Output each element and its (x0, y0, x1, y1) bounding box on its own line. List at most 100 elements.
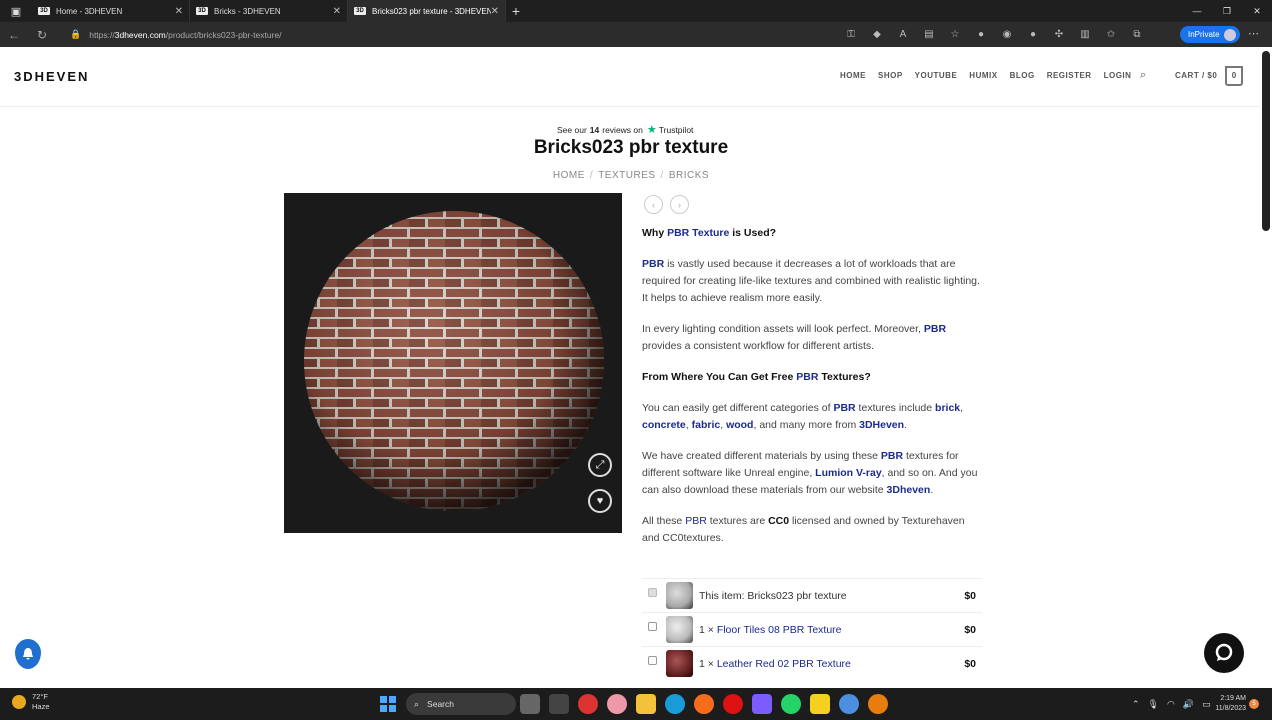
extension-icon[interactable]: ● (968, 29, 994, 40)
wifi-icon[interactable]: ◠ (1167, 699, 1175, 710)
3dheven-link[interactable]: 3DHeven (859, 419, 904, 431)
bundle-thumbnail (666, 582, 693, 609)
app-icon[interactable] (549, 694, 569, 714)
brick-link[interactable]: brick (935, 402, 960, 414)
favorites-icon[interactable]: ✩ (1098, 29, 1124, 40)
wood-link[interactable]: wood (726, 419, 753, 431)
close-icon[interactable]: ✕ (333, 6, 341, 17)
lumion-vray-link[interactable]: Lumion V-ray (815, 467, 882, 479)
tag-icon[interactable]: ◆ (864, 29, 890, 40)
new-tab-button[interactable]: + (506, 3, 526, 19)
cart-link[interactable]: CART / $0 (1175, 71, 1217, 80)
read-aloud-icon[interactable]: A (890, 29, 916, 40)
chevron-up-icon[interactable]: ⌃ (1132, 699, 1140, 710)
app-icon[interactable] (752, 694, 772, 714)
notification-bell-icon[interactable] (15, 639, 41, 669)
cart-count-badge[interactable]: 0 (1225, 66, 1243, 86)
clock[interactable]: 2:19 AM 11/8/2023 (1208, 694, 1246, 714)
bundle-checkbox[interactable] (648, 656, 657, 665)
favorite-star-icon[interactable]: ☆ (942, 29, 968, 40)
pbr-link[interactable]: PBR (685, 515, 707, 527)
nav-register[interactable]: REGISTER (1047, 71, 1092, 80)
notification-count-badge[interactable]: 5 (1249, 699, 1259, 709)
chrome-icon[interactable] (578, 694, 598, 714)
taskbar-search[interactable]: ⌕ Search (406, 693, 516, 715)
bundle-item: 1 × Leather Red 02 PBR Texture $0 (642, 646, 982, 680)
wishlist-heart-icon[interactable]: ♥ (588, 489, 612, 513)
sticky-notes-icon[interactable] (810, 694, 830, 714)
firefox-icon[interactable] (694, 694, 714, 714)
pbr-link[interactable]: PBR (642, 258, 664, 270)
collections-icon[interactable]: ⧉ (1124, 29, 1150, 40)
split-screen-icon[interactable]: ▥ (1072, 29, 1098, 40)
weather-widget[interactable]: 72°F Haze (12, 692, 50, 712)
app-icon[interactable] (607, 694, 627, 714)
close-icon[interactable]: ✕ (175, 6, 183, 17)
window-menu-icon[interactable]: ▣ (0, 0, 32, 22)
edge-icon[interactable] (665, 694, 685, 714)
scrollbar[interactable] (1262, 51, 1270, 231)
back-arrow-icon[interactable]: ← (0, 28, 28, 42)
refresh-icon[interactable]: ↻ (28, 28, 56, 42)
chat-bubble-icon[interactable] (1204, 633, 1244, 673)
microphone-icon[interactable]: 🎙 (1148, 699, 1159, 710)
tab-bricks023[interactable]: 3D Bricks023 pbr texture - 3DHEVEN ✕ (348, 0, 506, 22)
pbr-link[interactable]: PBR (833, 402, 855, 414)
file-explorer-icon[interactable] (636, 694, 656, 714)
volume-icon[interactable]: 🔊 (1183, 699, 1194, 710)
extensions-puzzle-icon[interactable]: ✣ (1046, 29, 1072, 40)
browser-icon[interactable] (839, 694, 859, 714)
nav-youtube[interactable]: YOUTUBE (915, 71, 958, 80)
nav-blog[interactable]: BLOG (1010, 71, 1035, 80)
tab-home[interactable]: 3D Home - 3DHEVEN ✕ (32, 0, 190, 22)
nav-login[interactable]: LOGIN (1104, 71, 1132, 80)
immersive-reader-icon[interactable]: ▤ (916, 29, 942, 40)
start-windows-icon[interactable] (380, 696, 396, 712)
bundle-checkbox[interactable] (648, 622, 657, 631)
search-icon[interactable]: ⌕ (1140, 69, 1146, 82)
blender-icon[interactable] (868, 694, 888, 714)
bundle-price: $0 (964, 657, 976, 670)
nav-shop[interactable]: SHOP (878, 71, 903, 80)
concrete-link[interactable]: concrete (642, 419, 686, 431)
task-view-icon[interactable] (520, 694, 540, 714)
3dheven-link[interactable]: 3Dheven (887, 484, 931, 496)
nav-humix[interactable]: HUMIX (969, 71, 997, 80)
minimize-icon[interactable]: — (1182, 0, 1212, 22)
site-logo[interactable]: 3DHEVEN (14, 69, 89, 84)
restore-icon[interactable]: ❐ (1212, 0, 1242, 22)
key-icon[interactable]: ⚿ (838, 29, 864, 40)
prev-product-icon[interactable]: ‹ (644, 195, 663, 214)
close-icon[interactable]: ✕ (491, 6, 499, 17)
leather-red-link[interactable]: Leather Red 02 PBR Texture (717, 658, 851, 670)
whatsapp-icon[interactable] (781, 694, 801, 714)
desc-paragraph: All these PBR textures are CC0 licensed … (642, 513, 982, 547)
breadcrumb-separator: / (660, 170, 664, 181)
extension-icon[interactable]: ◉ (994, 29, 1020, 40)
breadcrumb-bricks[interactable]: BRICKS (669, 170, 709, 181)
pbr-texture-link[interactable]: PBR Texture (667, 227, 729, 239)
pbr-link[interactable]: PBR (796, 371, 818, 383)
url-input[interactable]: 🔒 https://3dheven.com/product/bricks023-… (70, 25, 970, 44)
breadcrumb-home[interactable]: HOME (553, 170, 585, 181)
floor-tiles-link[interactable]: Floor Tiles 08 PBR Texture (717, 624, 842, 636)
more-menu-icon[interactable]: ⋯ (1248, 22, 1259, 47)
bundle-checkbox[interactable] (648, 588, 657, 597)
nav-home[interactable]: HOME (840, 71, 866, 80)
opera-icon[interactable] (723, 694, 743, 714)
sun-icon (12, 695, 26, 709)
inprivate-badge[interactable]: InPrivate (1180, 26, 1240, 43)
extension-icon[interactable]: ● (1020, 29, 1046, 40)
text: is Used? (729, 227, 777, 239)
close-window-icon[interactable]: ✕ (1242, 0, 1272, 22)
zoom-expand-icon[interactable]: ⤢ (588, 453, 612, 477)
product-gallery[interactable]: ⤢ ♥ (284, 193, 622, 533)
pbr-link[interactable]: PBR (881, 450, 903, 462)
breadcrumb-textures[interactable]: TEXTURES (598, 170, 655, 181)
pbr-link[interactable]: PBR (924, 323, 946, 335)
lock-icon[interactable]: 🔒 (70, 29, 81, 40)
next-product-icon[interactable]: › (670, 195, 689, 214)
trustpilot-widget[interactable]: See our 14 reviews on ★ Trustpilot (557, 123, 693, 136)
fabric-link[interactable]: fabric (692, 419, 721, 431)
tab-bricks[interactable]: 3D Bricks - 3DHEVEN ✕ (190, 0, 348, 22)
